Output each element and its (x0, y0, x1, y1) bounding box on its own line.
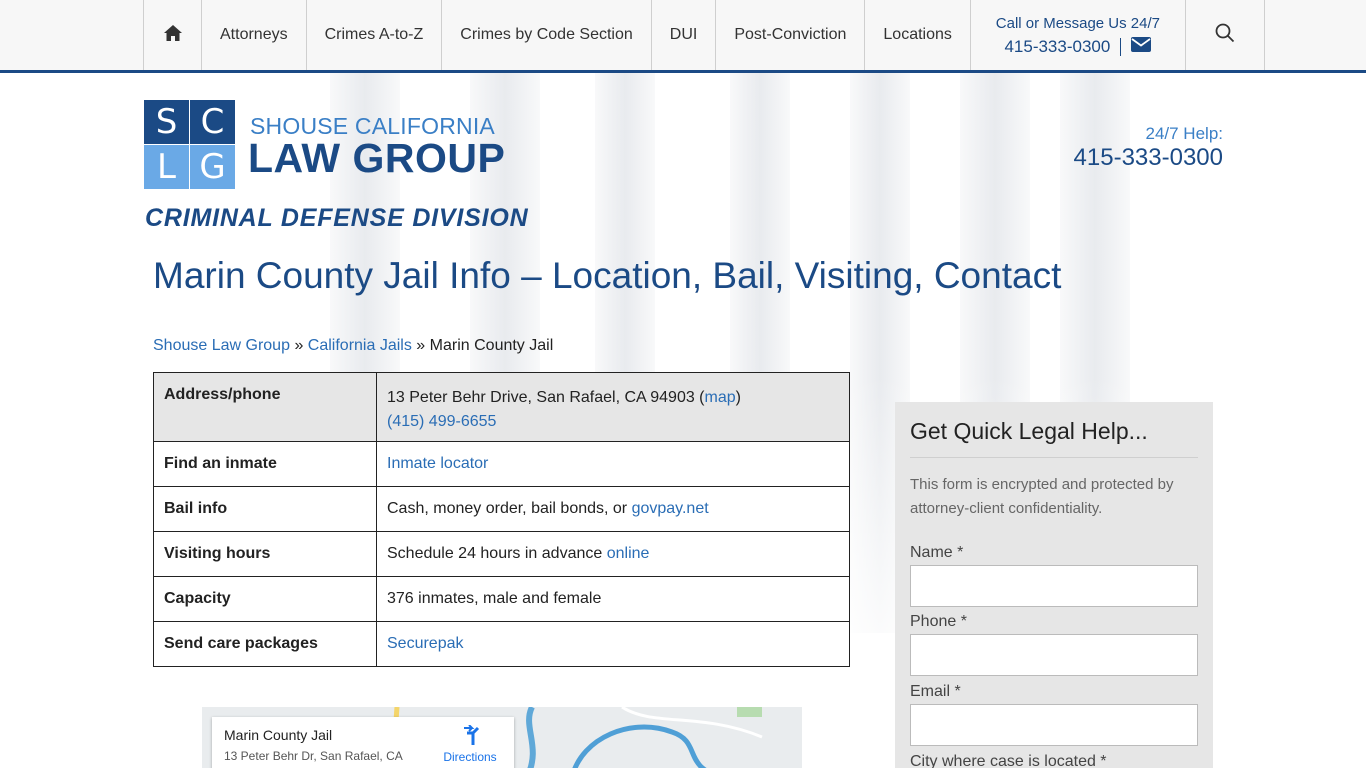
nav-post-conviction[interactable]: Post-Conviction (715, 0, 864, 70)
bail-text: Cash, money order, bail bonds, or (387, 500, 632, 517)
breadcrumb: Shouse Law Group » California Jails » Ma… (153, 337, 553, 355)
table-key: Address/phone (153, 372, 377, 442)
form-note: This form is encrypted and protected by … (910, 476, 1174, 517)
address-close: ) (735, 389, 741, 406)
table-key: Send care packages (153, 621, 377, 667)
map-embed[interactable]: Marin County Jail 13 Peter Behr Dr, San … (202, 707, 802, 768)
breadcrumb-section-link[interactable]: California Jails (308, 337, 412, 354)
map-link[interactable]: map (705, 389, 736, 406)
envelope-icon[interactable] (1131, 37, 1152, 57)
securepak-link[interactable]: Securepak (387, 635, 464, 652)
home-icon (163, 24, 183, 47)
table-key: Visiting hours (153, 531, 377, 577)
table-value: 13 Peter Behr Drive, San Rafael, CA 9490… (376, 372, 850, 442)
nav-locations[interactable]: Locations (864, 0, 970, 70)
email-label: Email * (910, 683, 961, 700)
phone-input[interactable] (910, 634, 1198, 676)
table-row: Bail info Cash, money order, bail bonds,… (153, 486, 850, 532)
nav-label: Post-Conviction (734, 26, 847, 43)
directions-button[interactable]: Directions (440, 724, 500, 764)
top-navigation: Attorneys Crimes A-to-Z Crimes by Code S… (0, 0, 1366, 73)
nav-crimes-by-code[interactable]: Crimes by Code Section (441, 0, 651, 70)
email-input[interactable] (910, 704, 1198, 746)
call-label: Call or Message Us 24/7 (995, 15, 1161, 32)
logo-letter: C (190, 100, 235, 144)
nav-label: Attorneys (220, 26, 288, 43)
nav-label: DUI (669, 26, 698, 43)
table-value: 376 inmates, male and female (376, 576, 850, 622)
map-place-card: Marin County Jail 13 Peter Behr Dr, San … (212, 717, 514, 768)
nav-label: Crimes A-to-Z (324, 26, 424, 43)
visit-text: Schedule 24 hours in advance (387, 545, 607, 562)
directions-icon (459, 724, 481, 750)
logo[interactable]: S C L G (144, 100, 235, 190)
nav-dui[interactable]: DUI (650, 0, 716, 70)
help-label: 24/7 Help: (1145, 124, 1224, 143)
table-value: Schedule 24 hours in advance online (376, 531, 850, 577)
breadcrumb-separator: » (294, 337, 304, 354)
table-value: Inmate locator (376, 441, 850, 487)
call-phone-link[interactable]: 415-333-0300 (1004, 37, 1110, 57)
nav-label: Locations (883, 26, 952, 43)
breadcrumb-separator: » (416, 337, 426, 354)
logo-letter: S (144, 100, 189, 144)
address-text: 13 Peter Behr Drive, San Rafael, CA 9490… (387, 389, 705, 406)
nav-home[interactable] (143, 0, 201, 70)
table-row: Send care packages Securepak (153, 621, 850, 667)
table-key: Capacity (153, 576, 377, 622)
table-value: Securepak (376, 621, 850, 667)
name-input[interactable] (910, 565, 1198, 607)
inmate-locator-link[interactable]: Inmate locator (387, 455, 488, 472)
divider (1120, 38, 1122, 56)
search-icon (1215, 23, 1235, 48)
quick-help-form: Get Quick Legal Help... This form is enc… (895, 402, 1213, 768)
division-title: CRIMINAL DEFENSE DIVISION (145, 204, 529, 232)
map-place-title: Marin County Jail (224, 727, 333, 743)
directions-label: Directions (443, 750, 497, 764)
govpay-link[interactable]: govpay.net (632, 500, 709, 517)
nav-call[interactable]: Call or Message Us 24/7 415-333-0300 (969, 0, 1185, 70)
form-title: Get Quick Legal Help... (910, 418, 1148, 444)
logo-wordmark: LAW GROUP (248, 135, 506, 181)
nav-attorneys[interactable]: Attorneys (201, 0, 306, 70)
jail-phone-link[interactable]: (415) 499-6655 (387, 410, 839, 434)
map-place-address: 13 Peter Behr Dr, San Rafael, CA (224, 749, 403, 763)
city-label: City where case is located * (910, 753, 1107, 768)
table-row: Find an inmate Inmate locator (153, 441, 850, 487)
phone-label: Phone * (910, 613, 967, 630)
nav-crimes-a-to-z[interactable]: Crimes A-to-Z (305, 0, 442, 70)
table-key: Bail info (153, 486, 377, 532)
page-title: Marin County Jail Info – Location, Bail,… (153, 255, 1062, 296)
nav-label: Crimes by Code Section (460, 26, 633, 43)
online-link[interactable]: online (607, 545, 650, 562)
breadcrumb-home-link[interactable]: Shouse Law Group (153, 337, 290, 354)
table-row: Capacity 376 inmates, male and female (153, 576, 850, 622)
table-key: Find an inmate (153, 441, 377, 487)
table-value: Cash, money order, bail bonds, or govpay… (376, 486, 850, 532)
help-phone-link[interactable]: 415-333-0300 (1074, 144, 1223, 172)
nav-search[interactable] (1184, 0, 1265, 70)
logo-letter: L (144, 145, 189, 189)
table-row: Address/phone 13 Peter Behr Drive, San R… (153, 372, 850, 442)
table-row: Visiting hours Schedule 24 hours in adva… (153, 531, 850, 577)
logo-letter: G (190, 145, 235, 189)
name-label: Name * (910, 544, 964, 561)
jail-info-table: Address/phone 13 Peter Behr Drive, San R… (153, 372, 850, 667)
divider (910, 457, 1198, 458)
breadcrumb-current: Marin County Jail (429, 337, 554, 354)
